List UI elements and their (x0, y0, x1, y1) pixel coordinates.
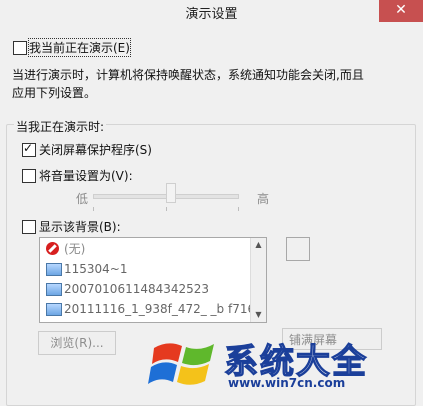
close-icon: ✕ (395, 2, 407, 18)
background-color-preview[interactable] (286, 237, 310, 261)
volume-high-label: 高 (257, 192, 270, 206)
background-checkbox[interactable] (22, 220, 36, 234)
scroll-down-arrow-icon[interactable]: ▼ (251, 308, 266, 322)
volume-low-label: 低 (76, 192, 89, 206)
background-checkbox-label[interactable]: 显示该背景(B): (39, 218, 121, 235)
presenting-checkbox[interactable] (13, 41, 27, 55)
browse-button[interactable]: 浏览(R)... (38, 331, 116, 355)
presenting-checkbox-label[interactable]: 我当前正在演示(E) (28, 38, 131, 57)
description-line-2: 应用下列设置。 (12, 86, 97, 100)
window-title: 演示设置 (185, 7, 238, 22)
scroll-up-arrow-icon[interactable]: ▲ (251, 238, 266, 252)
volume-slider-thumb[interactable] (166, 183, 176, 203)
group-label: 当我正在演示时: (14, 118, 107, 135)
title-bar: 演示设置 ✕ (0, 0, 423, 24)
volume-checkbox[interactable] (22, 169, 36, 183)
image-icon (46, 303, 62, 316)
image-icon (46, 263, 62, 276)
windows-logo-icon (148, 343, 214, 385)
list-scrollbar[interactable]: ▲ ▼ (250, 238, 266, 322)
no-entry-icon (46, 242, 59, 255)
image-icon (46, 283, 62, 296)
volume-slider-ticks (93, 207, 239, 213)
screensaver-checkbox-label[interactable]: 关闭屏幕保护程序(S) (39, 141, 152, 158)
close-button[interactable]: ✕ (379, 0, 423, 22)
description-line-1: 当进行演示时，计算机将保持唤醒状态，系统通知功能会关闭,而且 (12, 68, 364, 82)
watermark: 系统大全 www.win7cn.com (148, 332, 423, 395)
watermark-url: www.win7cn.com (228, 376, 346, 390)
volume-checkbox-label[interactable]: 将音量设置为(V): (39, 167, 133, 184)
background-list[interactable]: (无) 115304~1 2007010611484342523 2011111… (39, 237, 267, 323)
screensaver-checkbox[interactable] (22, 141, 36, 157)
